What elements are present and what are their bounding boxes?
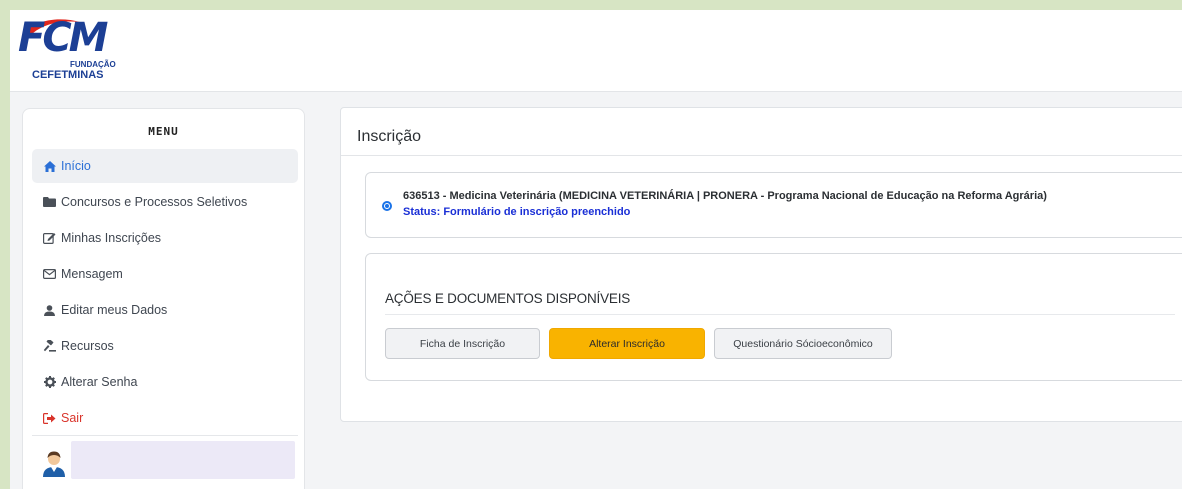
sidebar-item-alterar-senha[interactable]: Alterar Senha xyxy=(32,365,298,399)
folder-icon xyxy=(42,195,57,209)
sidebar-item-label: Minhas Inscrições xyxy=(61,231,162,245)
sidebar-menu: MENU Início Concursos e Processos Seleti… xyxy=(22,108,305,489)
sidebar-item-concursos[interactable]: Concursos e Processos Seletivos xyxy=(32,185,298,219)
envelope-icon xyxy=(42,267,57,281)
inscricao-title: 636513 - Medicina Veterinária (MEDICINA … xyxy=(403,190,1047,202)
logo-line-cefetminas: CEFETMINAS xyxy=(32,69,104,81)
sidebar-item-label: Recursos xyxy=(61,339,114,353)
sidebar-item-label: Mensagem xyxy=(61,267,123,281)
avatar xyxy=(41,449,67,477)
sidebar-item-minhas-inscricoes[interactable]: Minhas Inscrições xyxy=(32,221,298,255)
inscricao-status: Status: Formulário de inscrição preenchi… xyxy=(403,206,631,218)
sidebar-item-sair[interactable]: Sair xyxy=(32,401,298,435)
header: FCM FUNDAÇÃO CEFETMINAS xyxy=(10,10,1182,92)
menu-title: MENU xyxy=(148,125,179,138)
sidebar-item-label: Editar meus Dados xyxy=(61,303,168,317)
sidebar-item-label: Início xyxy=(61,159,91,173)
sidebar-item-label: Sair xyxy=(61,411,84,425)
alterar-inscricao-button[interactable]: Alterar Inscrição xyxy=(549,328,705,359)
sign-out-icon xyxy=(42,411,57,425)
page: FCM FUNDAÇÃO CEFETMINAS MENU Início Conc… xyxy=(10,10,1182,489)
sidebar-item-mensagem[interactable]: Mensagem xyxy=(32,257,298,291)
sidebar-item-recursos[interactable]: Recursos xyxy=(32,329,298,363)
sidebar-item-inicio[interactable]: Início xyxy=(32,149,298,183)
fcm-logo[interactable]: FCM FUNDAÇÃO CEFETMINAS xyxy=(18,16,118,86)
user-name-box xyxy=(71,441,295,479)
card-header: Inscrição xyxy=(341,108,1182,156)
user-avatar-icon xyxy=(43,451,65,477)
acoes-title: AÇÕES E DOCUMENTOS DISPONÍVEIS xyxy=(385,291,631,306)
questionario-button[interactable]: Questionário Sócioeconômico xyxy=(714,328,892,359)
home-icon xyxy=(42,159,57,173)
sidebar-item-label: Alterar Senha xyxy=(61,375,138,389)
edit-icon xyxy=(42,231,57,245)
acoes-panel: AÇÕES E DOCUMENTOS DISPONÍVEIS Ficha de … xyxy=(365,253,1182,381)
page-title: Inscrição xyxy=(357,128,422,145)
acoes-divider xyxy=(385,314,1175,315)
sidebar-item-editar-dados[interactable]: Editar meus Dados xyxy=(32,293,298,327)
inscricao-radio[interactable] xyxy=(382,201,392,211)
logo-line-fundacao: FUNDAÇÃO xyxy=(70,60,116,69)
gear-icon xyxy=(42,375,57,389)
sidebar-item-label: Concursos e Processos Seletivos xyxy=(61,195,248,209)
inscricao-option[interactable]: 636513 - Medicina Veterinária (MEDICINA … xyxy=(365,172,1182,238)
user-icon xyxy=(42,303,57,317)
inscricao-card: Inscrição 636513 - Medicina Veterinária … xyxy=(340,107,1182,422)
ficha-inscricao-button[interactable]: Ficha de Inscrição xyxy=(385,328,540,359)
logo-text: FCM xyxy=(18,15,109,61)
gavel-icon xyxy=(42,339,57,353)
sidebar-divider xyxy=(32,435,298,436)
